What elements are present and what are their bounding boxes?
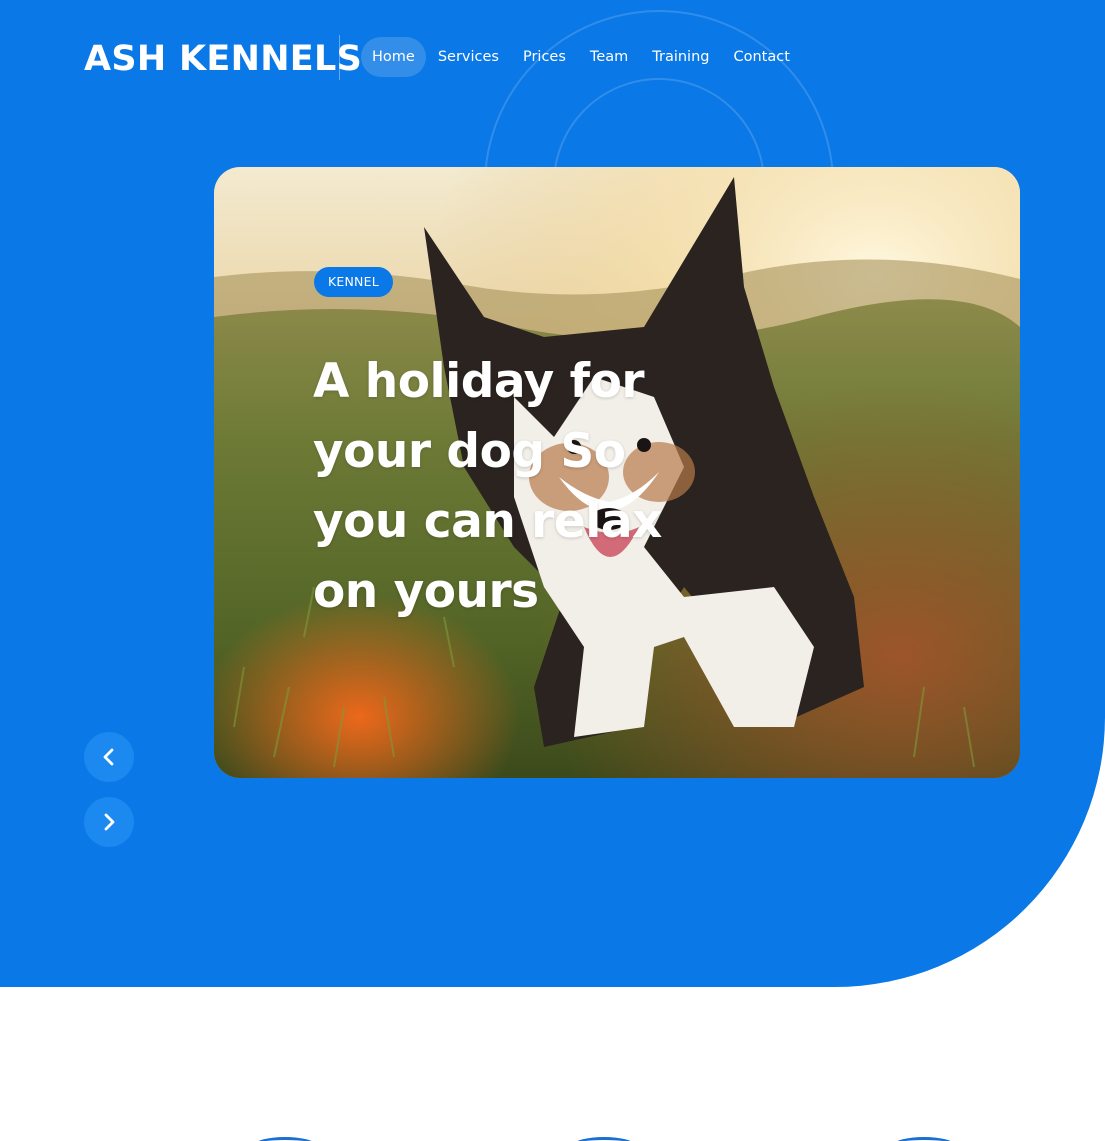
feature-icon-peek-3 bbox=[894, 1137, 954, 1141]
nav-item-home[interactable]: Home bbox=[361, 37, 426, 77]
feature-icon-peek-2 bbox=[574, 1137, 634, 1141]
main-nav: Home Services Prices Team Training Conta… bbox=[361, 37, 802, 77]
header-divider bbox=[339, 35, 340, 80]
nav-item-contact[interactable]: Contact bbox=[721, 37, 801, 77]
nav-item-training[interactable]: Training bbox=[640, 37, 721, 77]
slider-next-button[interactable] bbox=[84, 797, 134, 847]
brand-logo[interactable]: ASH KENNELS bbox=[84, 37, 362, 81]
nav-item-prices[interactable]: Prices bbox=[511, 37, 578, 77]
nav-item-services[interactable]: Services bbox=[426, 37, 511, 77]
chevron-right-icon bbox=[104, 813, 115, 831]
feature-icon-peek-1 bbox=[255, 1137, 315, 1141]
hero-slide: KENNEL A holiday for your dog So you can… bbox=[214, 167, 1020, 778]
category-badge[interactable]: KENNEL bbox=[314, 267, 393, 297]
hero-headline: A holiday for your dog So you can relax … bbox=[313, 354, 662, 619]
chevron-left-icon bbox=[103, 748, 114, 766]
nav-item-team[interactable]: Team bbox=[578, 37, 640, 77]
page: ASH KENNELS Home Services Prices Team Tr… bbox=[0, 0, 1105, 1141]
slider-prev-button[interactable] bbox=[84, 732, 134, 782]
